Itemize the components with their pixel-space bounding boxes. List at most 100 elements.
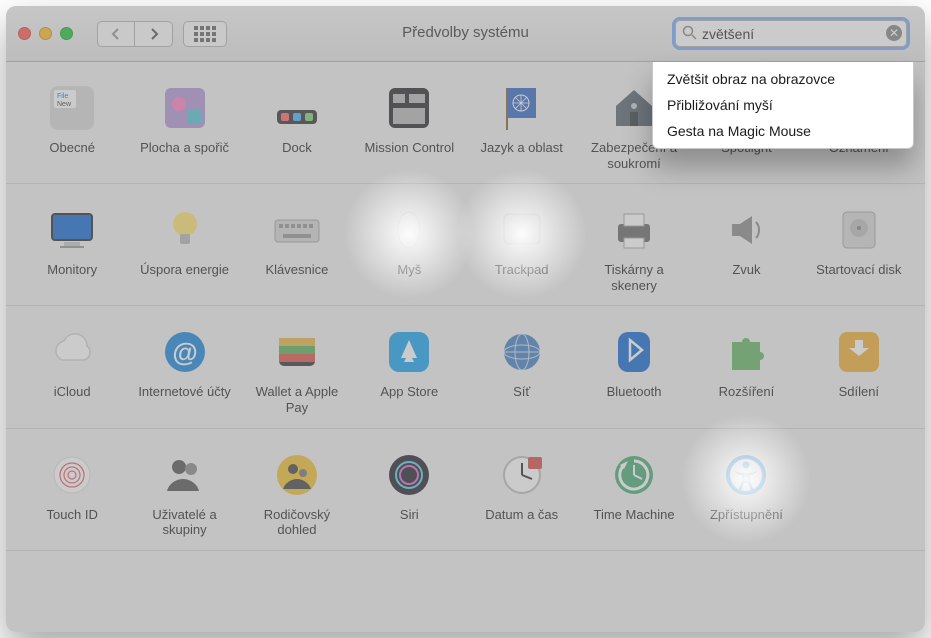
pref-accessibility[interactable]: Zpřístupnění: [690, 449, 802, 538]
search-suggestion[interactable]: Gesta na Magic Mouse: [653, 118, 913, 144]
pref-label: Touch ID: [47, 507, 98, 523]
pref-accounts[interactable]: Internetové účty: [128, 326, 240, 415]
pref-timemachine[interactable]: Time Machine: [578, 449, 690, 538]
pref-trackpad[interactable]: Trackpad: [466, 204, 578, 293]
printers-icon: [608, 204, 660, 256]
pref-icloud[interactable]: iCloud: [16, 326, 128, 415]
pref-wallet[interactable]: Wallet a Apple Pay: [241, 326, 353, 415]
search-suggestion[interactable]: Zvětšit obraz na obrazovce: [653, 66, 913, 92]
dock-icon: [271, 82, 323, 134]
bluetooth-icon: [608, 326, 660, 378]
wallet-icon: [271, 326, 323, 378]
grid-icon: [194, 26, 216, 42]
pref-label: Zpřístupnění: [710, 507, 783, 523]
pref-energy[interactable]: Úspora energie: [128, 204, 240, 293]
back-button[interactable]: [97, 21, 135, 47]
pref-siri[interactable]: Siri: [353, 449, 465, 538]
pref-keyboard[interactable]: Klávesnice: [241, 204, 353, 293]
icloud-icon: [46, 326, 98, 378]
pref-language[interactable]: Jazyk a oblast: [466, 82, 578, 171]
search-suggestions-dropdown: Zvětšit obraz na obrazovcePřibližování m…: [652, 62, 914, 149]
mission-icon: [383, 82, 435, 134]
pref-label: Uživatelé a skupiny: [135, 507, 235, 538]
minimize-window-button[interactable]: [39, 27, 52, 40]
pref-label: Internetové účty: [138, 384, 231, 400]
clear-search-button[interactable]: ✕: [886, 25, 902, 41]
pref-label: Zvuk: [732, 262, 760, 278]
datetime-icon: [496, 449, 548, 501]
pref-bluetooth[interactable]: Bluetooth: [578, 326, 690, 415]
nav-buttons: [97, 21, 173, 47]
pref-label: Úspora energie: [140, 262, 229, 278]
mouse-icon: [383, 204, 435, 256]
pref-general[interactable]: Obecné: [16, 82, 128, 171]
pref-users[interactable]: Uživatelé a skupiny: [128, 449, 240, 538]
pref-startup[interactable]: Startovací disk: [803, 204, 915, 293]
extensions-icon: [720, 326, 772, 378]
timemachine-icon: [608, 449, 660, 501]
pref-label: Bluetooth: [607, 384, 662, 400]
pref-label: Dock: [282, 140, 312, 156]
pref-label: Mission Control: [365, 140, 455, 156]
accessibility-icon: [720, 449, 772, 501]
search-icon: [682, 25, 697, 40]
touchid-icon: [46, 449, 98, 501]
users-icon: [159, 449, 211, 501]
desktop-icon: [159, 82, 211, 134]
sound-icon: [720, 204, 772, 256]
pref-mouse[interactable]: Myš: [353, 204, 465, 293]
pref-label: Tiskárny a skenery: [584, 262, 684, 293]
pref-label: Monitory: [47, 262, 97, 278]
trackpad-icon: [496, 204, 548, 256]
network-icon: [496, 326, 548, 378]
show-all-button[interactable]: [183, 21, 227, 47]
siri-icon: [383, 449, 435, 501]
pref-appstore[interactable]: App Store: [353, 326, 465, 415]
language-icon: [496, 82, 548, 134]
pref-parental[interactable]: Rodičovský dohled: [241, 449, 353, 538]
pref-label: Jazyk a oblast: [481, 140, 563, 156]
zoom-window-button[interactable]: [60, 27, 73, 40]
chevron-right-icon: [149, 28, 159, 40]
parental-icon: [271, 449, 323, 501]
pref-label: Síť: [513, 384, 530, 400]
close-window-button[interactable]: [18, 27, 31, 40]
pref-label: Myš: [397, 262, 421, 278]
pref-sound[interactable]: Zvuk: [690, 204, 802, 293]
pref-label: Time Machine: [593, 507, 674, 523]
pref-label: Startovací disk: [816, 262, 901, 278]
pref-label: Rozšíření: [719, 384, 775, 400]
pref-network[interactable]: Síť: [466, 326, 578, 415]
pref-label: Wallet a Apple Pay: [247, 384, 347, 415]
pref-row: Monitory Úspora energie Klávesnice Myš Track…: [6, 184, 925, 306]
accounts-icon: [159, 326, 211, 378]
pref-dock[interactable]: Dock: [241, 82, 353, 171]
search-input[interactable]: [675, 20, 907, 47]
pref-sharing[interactable]: Sdílení: [803, 326, 915, 415]
pref-touchid[interactable]: Touch ID: [16, 449, 128, 538]
pref-label: Trackpad: [495, 262, 549, 278]
pref-printers[interactable]: Tiskárny a skenery: [578, 204, 690, 293]
pref-label: Sdílení: [839, 384, 879, 400]
pref-datetime[interactable]: Datum a čas: [466, 449, 578, 538]
appstore-icon: [383, 326, 435, 378]
pref-desktop[interactable]: Plocha a spořič: [128, 82, 240, 171]
pref-label: iCloud: [54, 384, 91, 400]
pref-extensions[interactable]: Rozšíření: [690, 326, 802, 415]
pref-displays[interactable]: Monitory: [16, 204, 128, 293]
chevron-left-icon: [111, 28, 121, 40]
forward-button[interactable]: [135, 21, 173, 47]
pref-label: Datum a čas: [485, 507, 558, 523]
search-field-wrap: ✕: [675, 20, 907, 47]
system-preferences-window: Předvolby systému ✕ Obecné Plocha a spoři…: [6, 6, 925, 632]
pref-label: Klávesnice: [266, 262, 329, 278]
search-suggestion[interactable]: Přibližování myší: [653, 92, 913, 118]
startup-icon: [833, 204, 885, 256]
displays-icon: [46, 204, 98, 256]
titlebar: Předvolby systému ✕: [6, 6, 925, 62]
pref-row: Touch ID Uživatelé a skupiny Rodičovský do…: [6, 429, 925, 551]
pref-label: Plocha a spořič: [140, 140, 229, 156]
pref-label: Obecné: [49, 140, 95, 156]
pref-mission[interactable]: Mission Control: [353, 82, 465, 171]
pref-label: Rodičovský dohled: [247, 507, 347, 538]
